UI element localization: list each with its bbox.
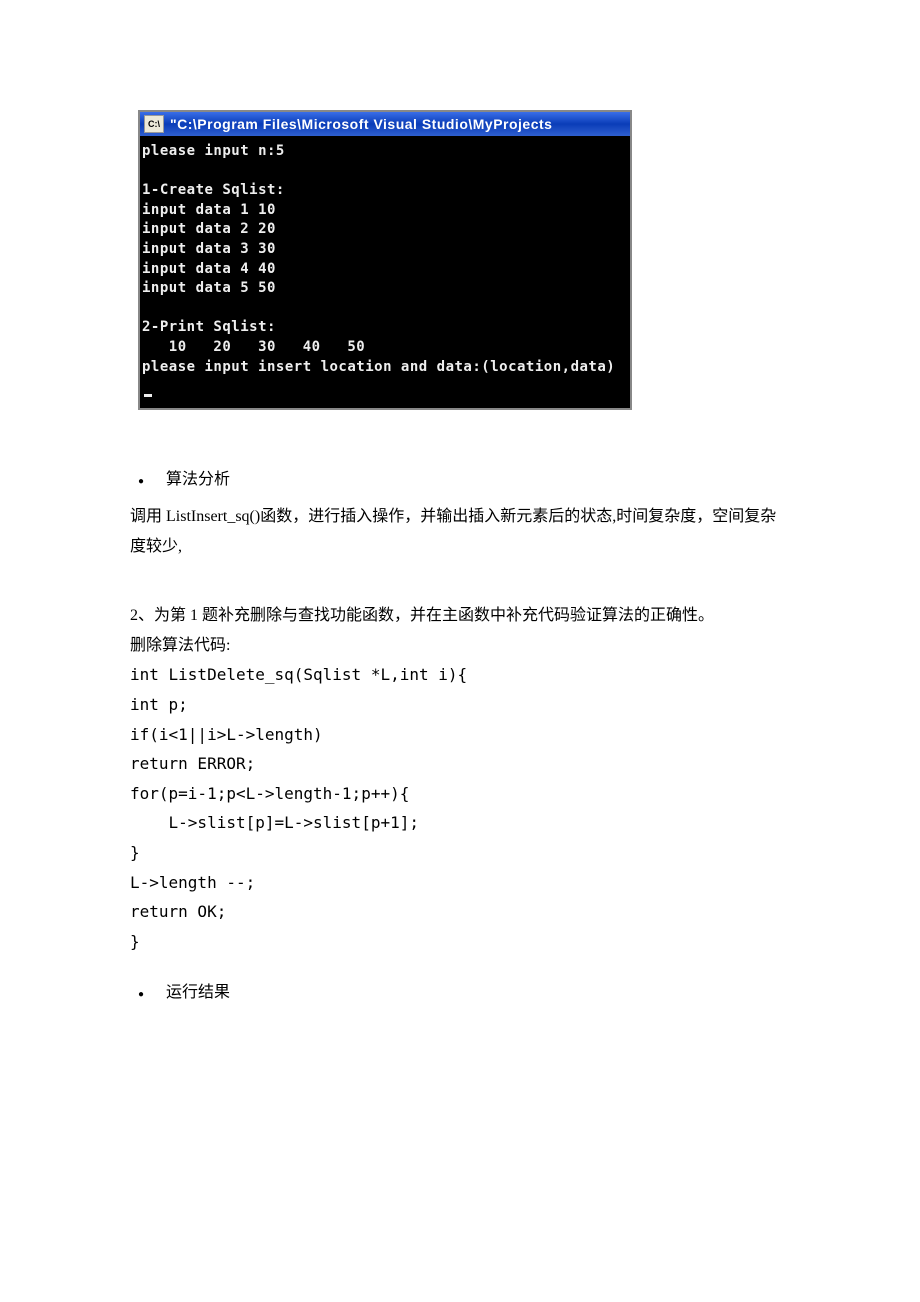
terminal-cursor bbox=[144, 394, 152, 397]
heading-row-2: ● 运行结果 bbox=[130, 978, 790, 1003]
section-2-label: 删除算法代码: bbox=[130, 631, 790, 661]
heading-2: 运行结果 bbox=[166, 978, 230, 1002]
console-output: please input n:5 1-Create Sqlist: input … bbox=[140, 136, 630, 408]
section-2-intro: 2、为第 1 题补充删除与查找功能函数，并在主函数中补充代码验证算法的正确性。 bbox=[130, 601, 790, 631]
heading-row-1: ● 算法分析 bbox=[130, 465, 790, 490]
console-window: C:\ "C:\Program Files\Microsoft Visual S… bbox=[138, 110, 632, 410]
section-2: 2、为第 1 题补充删除与查找功能函数，并在主函数中补充代码验证算法的正确性。 … bbox=[130, 601, 790, 956]
console-titlebar: C:\ "C:\Program Files\Microsoft Visual S… bbox=[140, 112, 630, 136]
document-page: C:\ "C:\Program Files\Microsoft Visual S… bbox=[0, 0, 920, 1215]
code-block-delete: int ListDelete_sq(Sqlist *L,int i){ int … bbox=[130, 660, 790, 956]
console-title: "C:\Program Files\Microsoft Visual Studi… bbox=[170, 116, 552, 132]
bullet-icon: ● bbox=[138, 987, 144, 1003]
console-text: please input n:5 1-Create Sqlist: input … bbox=[142, 143, 615, 375]
cmd-icon: C:\ bbox=[144, 115, 164, 133]
heading-1: 算法分析 bbox=[166, 465, 230, 489]
paragraph-1: 调用 ListInsert_sq()函数，进行插入操作，并输出插入新元素后的状态… bbox=[130, 502, 790, 561]
bullet-icon: ● bbox=[138, 474, 144, 490]
